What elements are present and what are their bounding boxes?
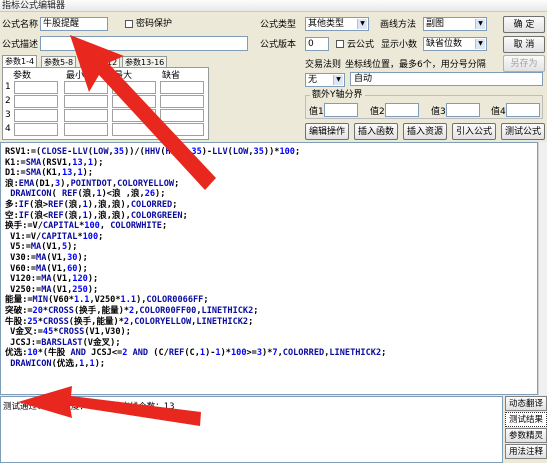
cloud-label: 云公式 [347,40,375,50]
code-line: V5:=MA(V1,5); [5,242,78,253]
param-cell[interactable] [112,123,156,136]
code-line: K1:=SMA(RSV1,13,1); [5,157,104,168]
value3-input[interactable] [446,103,480,117]
code-line: JCSJ:=BARSLAST(V金叉); [5,337,121,348]
param-cell[interactable] [14,95,58,108]
status-output: 测试通过！代码长度：858，输出线个数：13 [0,396,503,463]
code-line: V30:=MA(V1,30); [5,252,88,263]
param-cell[interactable] [64,109,108,122]
formula-version-input[interactable]: 0 [305,37,329,51]
param-cell[interactable] [112,81,156,94]
code-line: 浪:EMA(D1,3),POINTDOT,COLORYELLOW; [5,178,180,189]
value1-label: 值1 [309,107,324,117]
extra-axis-label: 额外Y轴分界 [310,89,365,101]
formula-type-value: 其他类型 [308,19,345,29]
chevron-down-icon: ▼ [475,19,485,29]
edit-operation-button[interactable]: 编辑操作 [305,123,349,140]
value2-input[interactable] [385,103,419,117]
param-cell[interactable] [160,95,204,108]
test-formula-button[interactable]: 测试公式 [501,123,545,140]
param-cell[interactable] [64,123,108,136]
window-title: 指标公式编辑器 [2,1,66,11]
param-cell[interactable] [112,109,156,122]
chevron-down-icon: ▼ [333,75,343,85]
code-line: V120:=MA(V1,120); [5,274,99,285]
code-line: V金叉:=45*CROSS(V1,V30); [5,327,131,338]
status-text: 测试通过！代码长度：858，输出线个数：13 [3,402,175,412]
decimals-value: 缺省位数 [426,39,463,49]
code-line: RSV1:=(CLOSE-LLV(LOW,35))/(HHV(HIGH,35)-… [5,147,301,157]
cancel-button[interactable]: 取 消 [503,36,545,53]
param-row-number: 4 [5,124,11,134]
formula-type-select[interactable]: 其他类型 ▼ [305,17,369,31]
code-line: V1:=V/CAPITAL*100; [5,231,104,242]
code-line: 牛股:25*CROSS(换手,能量)*2,COLORYELLOW,LINETHI… [5,316,254,327]
coord-line-input[interactable]: 自动 [350,72,543,86]
param-cell[interactable] [14,123,58,136]
cloud-checkbox[interactable] [336,40,344,48]
param-cell[interactable] [64,95,108,108]
password-label: 密码保护 [136,19,173,29]
chevron-down-icon: ▼ [357,19,367,29]
value2-label: 值2 [370,107,385,117]
dynamic-translate-button[interactable]: 动态翻译 [505,396,547,411]
code-scrollbar[interactable] [538,142,547,395]
trade-rule-label: 交易法则 [305,60,342,70]
save-as-button[interactable]: 另存为 [503,55,545,72]
value1-input[interactable] [324,103,358,117]
code-line: V250:=MA(V1,250); [5,284,99,295]
test-result-button[interactable]: 测试结果 [505,412,547,427]
formula-desc-input[interactable] [40,36,248,51]
draw-method-label: 画线方法 [380,20,417,30]
code-line: D1:=SMA(K1,13,1); [5,168,94,179]
param-cell[interactable] [160,123,204,136]
param-row-number: 1 [5,82,11,92]
title-bar: 指标公式编辑器 [0,0,547,12]
param-row-number: 2 [5,96,11,106]
param-wizard-button[interactable]: 参数精灵 [505,428,547,443]
decimals-select[interactable]: 缺省位数 ▼ [423,37,487,51]
formula-name-input[interactable]: 牛股提醒 [40,17,108,31]
param-cell[interactable] [160,81,204,94]
param-cell[interactable] [160,109,204,122]
param-cell[interactable] [64,81,108,94]
code-line: 多:IF(浪>REF(浪,1),浪,浪),COLORRED; [5,199,178,210]
formula-name-label: 公式名称 [2,20,39,30]
code-line: DRAWICON(优选,1,1); [10,358,106,369]
decimals-label: 显示小数 [381,40,418,50]
insert-resource-button[interactable]: 插入资源 [403,123,447,140]
formula-desc-label: 公式描述 [2,40,39,50]
chevron-down-icon: ▼ [475,39,485,49]
trade-rule-select[interactable]: 无 ▼ [305,73,345,87]
formula-type-label: 公式类型 [260,20,297,30]
code-line: 突破:=20*CROSS(换手,能量)*2,COLOR00FF00,LINETH… [5,305,259,316]
code-line: 能量:=MIN(V60*1.1,V250*1.1),COLOR0066FF; [5,295,209,306]
usage-notes-button[interactable]: 用法注释 [505,444,547,459]
ok-button[interactable]: 确 定 [503,16,545,33]
value3-label: 值3 [431,107,446,117]
code-editor[interactable]: RSV1:=(CLOSE-LLV(LOW,35))/(HHV(HIGH,35)-… [0,142,538,395]
draw-method-select[interactable]: 副图 ▼ [423,17,487,31]
param-cell[interactable] [14,81,58,94]
code-line: 优选:10*(牛股 AND JCSJ<=2 AND (C/REF(C,1)-1)… [5,348,387,359]
password-checkbox[interactable] [125,20,133,28]
param-row-number: 3 [5,110,11,120]
param-cell[interactable] [14,109,58,122]
formula-version-label: 公式版本 [260,40,297,50]
coord-line-label: 坐标线位置，最多6个，用分号分隔 [345,60,486,70]
value4-input[interactable] [506,103,540,117]
code-line: 换手:=V/CAPITAL*100, COLORWHITE; [5,221,168,232]
trade-rule-value: 无 [308,75,318,85]
insert-function-button[interactable]: 插入函数 [354,123,398,140]
value4-label: 值4 [491,107,506,117]
code-line: V60:=MA(V1,60); [5,263,88,274]
param-cell[interactable] [112,95,156,108]
draw-method-value: 副图 [426,19,445,29]
code-line: 空:IF(浪<REF(浪,1),浪,浪),COLORGREEN; [5,210,188,221]
import-formula-button[interactable]: 引入公式 [452,123,496,140]
code-line: DRAWICON( REF(浪,1)<浪 ,浪,26); [10,189,166,200]
